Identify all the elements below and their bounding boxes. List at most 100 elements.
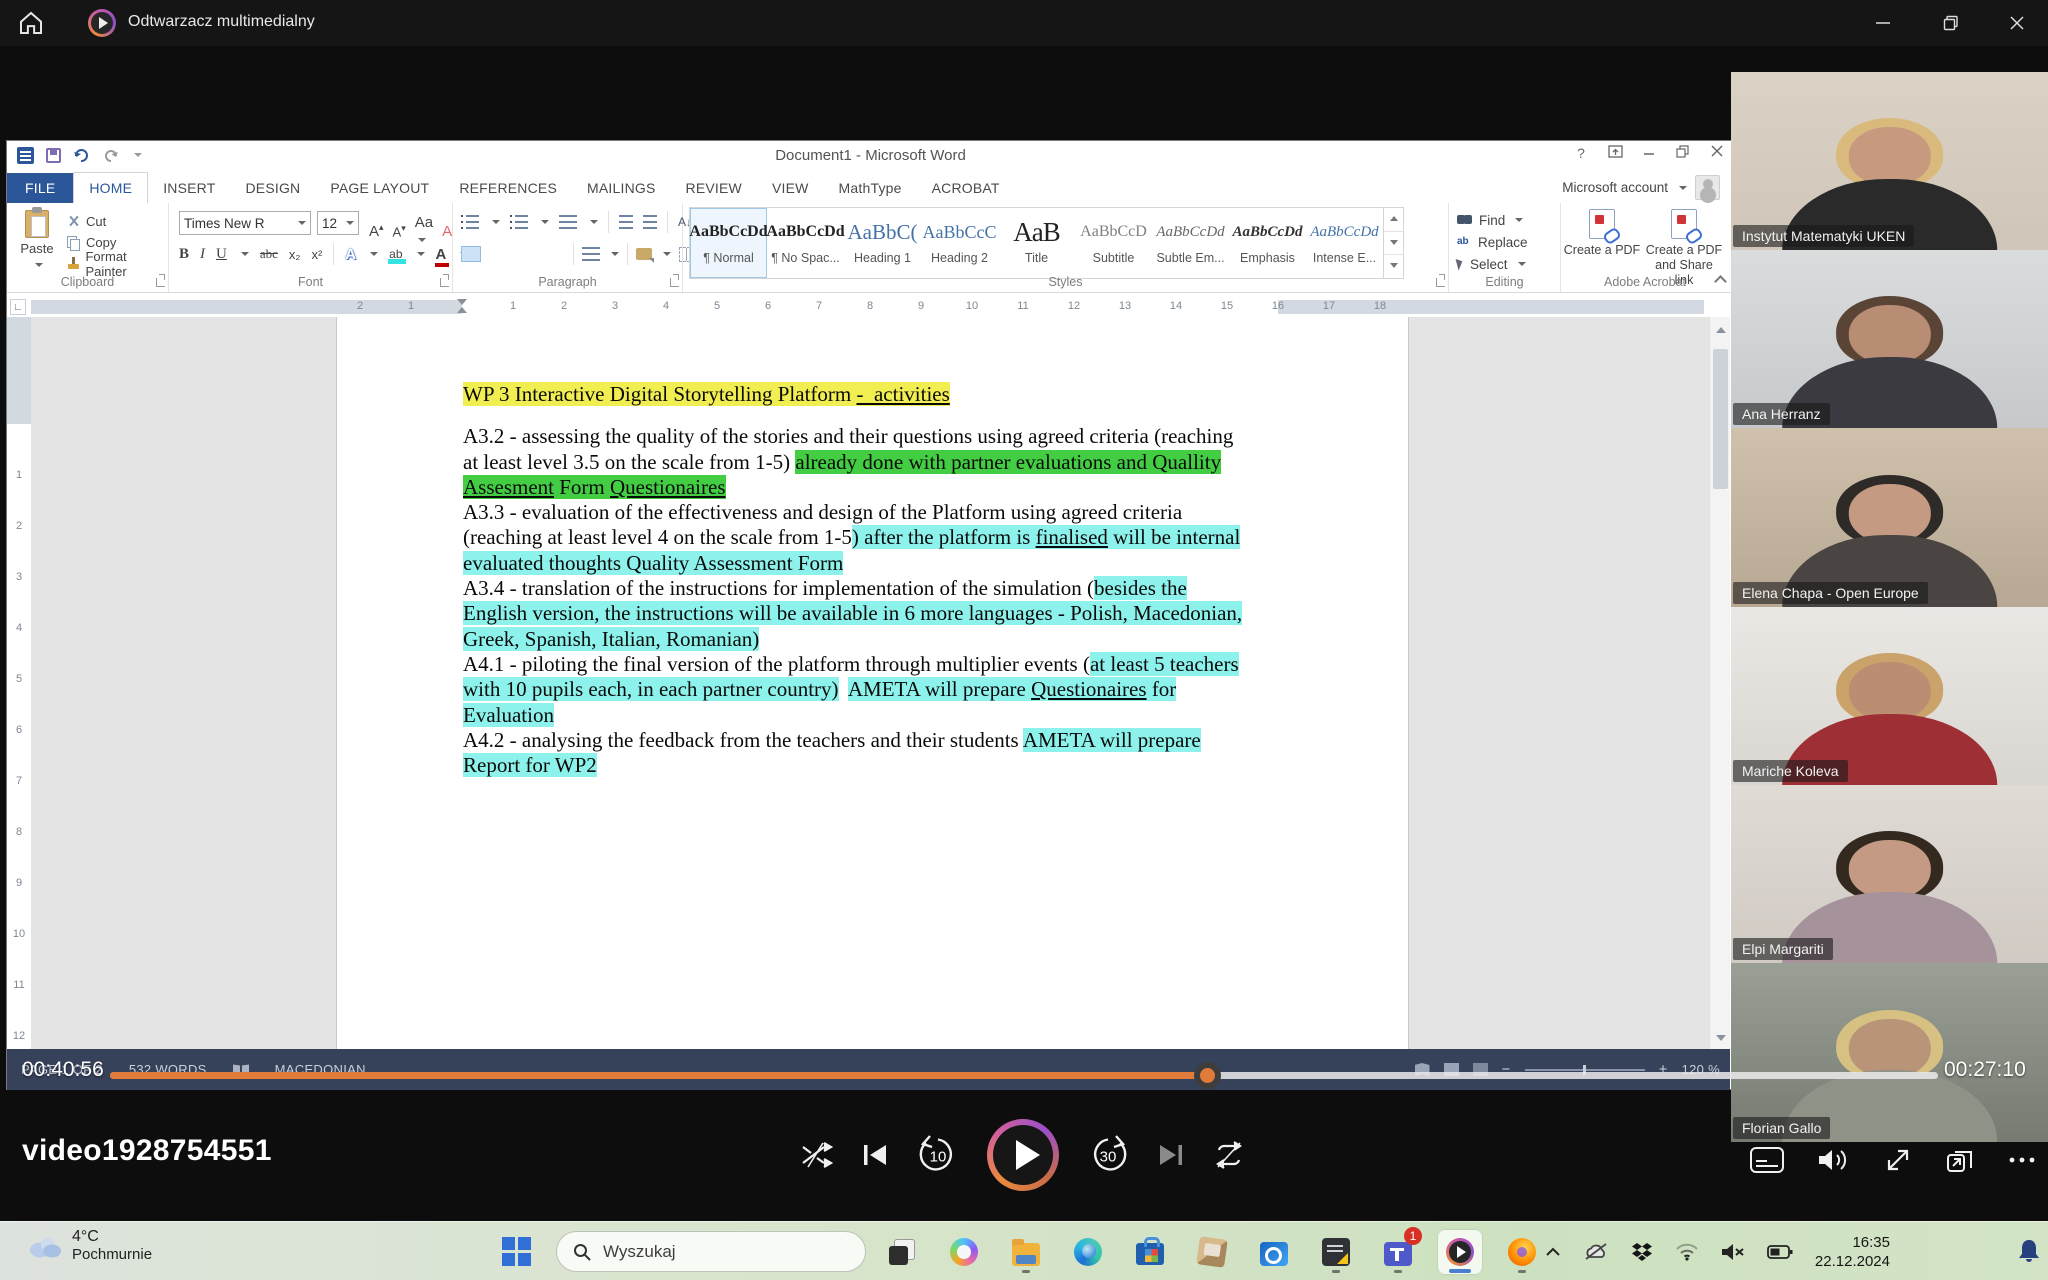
horizontal-ruler[interactable]: ∟ 21123456789101112131415161718 — [7, 297, 1730, 317]
replace-button[interactable]: abReplace — [1457, 231, 1528, 253]
help-icon[interactable]: ? — [1572, 145, 1590, 161]
minimize-icon[interactable] — [1860, 0, 1906, 46]
multilevel-list-icon[interactable] — [559, 215, 577, 229]
style--no-spac-[interactable]: AaBbCcDd¶ No Spac... — [767, 208, 844, 278]
justify-button[interactable] — [545, 246, 565, 262]
clipboard-dialog-launcher[interactable] — [156, 278, 165, 287]
mini-player-icon[interactable] — [1945, 1146, 1975, 1174]
onedrive-paused-icon[interactable] — [1583, 1242, 1609, 1262]
indent-marker[interactable] — [457, 299, 467, 305]
format-painter-button[interactable]: Format Painter — [67, 253, 168, 274]
clear-formatting-button[interactable]: A — [442, 223, 452, 240]
wifi-icon[interactable] — [1675, 1243, 1699, 1261]
search-input[interactable]: Wyszukaj — [556, 1231, 866, 1272]
numbering-icon[interactable] — [515, 215, 528, 229]
word-minimize-icon[interactable] — [1640, 145, 1658, 161]
fullscreen-icon[interactable] — [1884, 1146, 1912, 1174]
rewind-10-icon[interactable]: 10 — [916, 1135, 960, 1175]
tab-mathtype[interactable]: MathType — [824, 173, 917, 203]
seek-bar[interactable] — [110, 1072, 1938, 1079]
tray-expand-icon[interactable] — [1545, 1247, 1561, 1257]
task-view-icon[interactable] — [880, 1230, 924, 1274]
vertical-ruler[interactable]: 123456789101112 — [7, 317, 31, 1049]
subscript-button[interactable]: x₂ — [289, 247, 301, 262]
font-dialog-launcher[interactable] — [440, 278, 449, 287]
strikethrough-button[interactable]: abc — [260, 246, 278, 262]
close-icon[interactable] — [1994, 0, 2040, 46]
edge-icon[interactable] — [1066, 1230, 1110, 1274]
microsoft-account[interactable]: Microsoft account — [1562, 175, 1720, 200]
style--normal[interactable]: AaBbCcDd¶ Normal — [690, 208, 767, 278]
microsoft-store-icon[interactable] — [1128, 1230, 1172, 1274]
styles-scrollbar[interactable] — [1383, 208, 1403, 278]
tab-review[interactable]: REVIEW — [671, 173, 757, 203]
tab-file[interactable]: FILE — [7, 173, 73, 203]
paste-button[interactable]: Paste — [13, 208, 61, 272]
tab-home[interactable]: HOME — [73, 172, 148, 203]
captions-icon[interactable] — [1750, 1147, 1784, 1173]
style-subtle-em-[interactable]: AaBbCcDdSubtle Em... — [1152, 208, 1229, 278]
dropbox-icon[interactable] — [1631, 1242, 1653, 1262]
text-effects-button[interactable]: A — [345, 246, 356, 263]
document-text[interactable]: WP 3 Interactive Digital Storytelling Pl… — [463, 382, 1410, 778]
tab-design[interactable]: DESIGN — [230, 173, 315, 203]
word-restore-icon[interactable] — [1674, 145, 1692, 161]
paragraph-dialog-launcher[interactable] — [670, 278, 679, 287]
scroll-down-icon[interactable] — [1716, 1035, 1726, 1041]
tab-selector[interactable]: ∟ — [10, 299, 26, 315]
media-player-icon[interactable] — [1438, 1230, 1482, 1274]
start-button[interactable] — [502, 1237, 531, 1266]
tab-mailings[interactable]: MAILINGS — [572, 173, 671, 203]
style-heading-2[interactable]: AaBbCcCHeading 2 — [921, 208, 998, 278]
battery-icon[interactable] — [1767, 1244, 1793, 1260]
copilot-icon[interactable] — [942, 1230, 986, 1274]
styles-dialog-launcher[interactable] — [1436, 278, 1445, 287]
style-emphasis[interactable]: AaBbCcDdEmphasis — [1229, 208, 1306, 278]
firefox-icon[interactable] — [1500, 1230, 1544, 1274]
document-scrollbar[interactable] — [1709, 317, 1730, 1049]
font-color-button[interactable]: A — [436, 246, 447, 263]
underline-button[interactable]: U — [216, 246, 227, 263]
outlook-icon[interactable] — [1252, 1230, 1296, 1274]
tab-page-layout[interactable]: PAGE LAYOUT — [315, 173, 444, 203]
create-pdf-button[interactable]: Create a PDF — [1563, 209, 1641, 258]
tab-references[interactable]: REFERENCES — [444, 173, 572, 203]
cut-button[interactable]: Cut — [67, 211, 168, 232]
align-right-button[interactable] — [517, 246, 537, 262]
italic-button[interactable]: I — [200, 246, 205, 263]
zoom-slider[interactable] — [1525, 1069, 1645, 1071]
align-center-button[interactable] — [489, 246, 509, 262]
word-close-icon[interactable] — [1708, 145, 1726, 161]
shading-icon[interactable] — [636, 248, 652, 260]
previous-track-icon[interactable] — [861, 1141, 889, 1169]
volume-icon[interactable] — [1817, 1146, 1851, 1174]
repeat-off-icon[interactable] — [1212, 1140, 1246, 1170]
bullets-icon[interactable] — [466, 215, 479, 229]
taskbar-clock[interactable]: 16:35 22.12.2024 — [1815, 1233, 1890, 1271]
file-explorer-icon[interactable] — [1004, 1230, 1048, 1274]
shrink-font-button[interactable]: A▾ — [393, 223, 406, 239]
weather-widget[interactable]: 4°C Pochmurnie — [26, 1228, 152, 1263]
scrollbar-thumb[interactable] — [1713, 349, 1728, 489]
tab-acrobat[interactable]: ACROBAT — [917, 173, 1015, 203]
play-icon[interactable] — [987, 1119, 1059, 1191]
select-button[interactable]: Select — [1457, 253, 1528, 275]
style-title[interactable]: AaBTitle — [998, 208, 1075, 278]
shuffle-off-icon[interactable] — [800, 1140, 834, 1170]
home-icon[interactable] — [16, 8, 46, 38]
document-page[interactable]: WP 3 Interactive Digital Storytelling Pl… — [336, 317, 1409, 1049]
restore-icon[interactable] — [1928, 0, 1974, 46]
seek-bar-thumb[interactable] — [1194, 1062, 1221, 1089]
highlight-color-button[interactable]: ab — [389, 249, 402, 259]
style-subtitle[interactable]: AaBbCcDSubtitle — [1075, 208, 1152, 278]
tab-view[interactable]: VIEW — [757, 173, 824, 203]
decrease-indent-icon[interactable] — [619, 215, 633, 229]
underline-dropdown-icon[interactable] — [241, 252, 249, 256]
teams-icon[interactable]: 1 — [1376, 1230, 1420, 1274]
next-track-icon[interactable] — [1157, 1141, 1185, 1169]
notification-bell-icon[interactable] — [2018, 1239, 2040, 1268]
find-button[interactable]: Find — [1457, 209, 1528, 231]
increase-indent-icon[interactable] — [643, 215, 657, 229]
style-heading-1[interactable]: AaBbC(Heading 1 — [844, 208, 921, 278]
superscript-button[interactable]: x² — [311, 247, 322, 262]
